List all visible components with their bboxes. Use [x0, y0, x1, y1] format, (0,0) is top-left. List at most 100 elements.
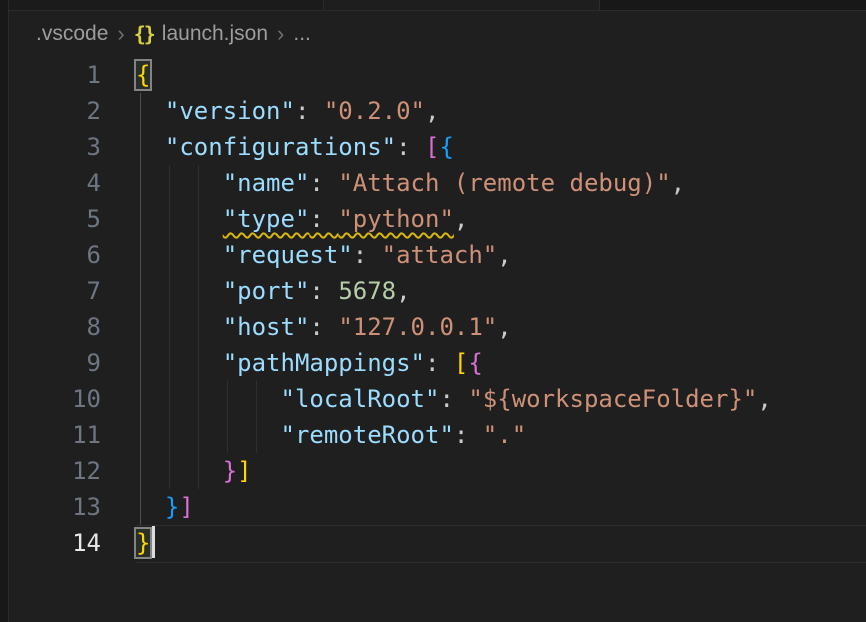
token	[136, 277, 223, 305]
code-text: "host": "127.0.0.1",	[136, 309, 512, 345]
token: "attach"	[382, 241, 498, 269]
breadcrumb-file[interactable]: launch.json	[162, 22, 268, 46]
token: "remoteRoot"	[281, 421, 454, 449]
token: ,	[497, 241, 511, 269]
token	[136, 457, 223, 485]
token: "name"	[223, 169, 310, 197]
token: :	[309, 277, 338, 305]
code-text: "localRoot": "${workspaceFolder}",	[136, 381, 772, 417]
code-line-5[interactable]: 5 "type": "python",	[9, 201, 866, 237]
code-line-7[interactable]: 7 "port": 5678,	[9, 273, 866, 309]
token: :	[309, 169, 338, 197]
code-line-9[interactable]: 9 "pathMappings": [{	[9, 345, 866, 381]
line-number[interactable]: 1	[9, 57, 101, 93]
token: "python"	[338, 205, 454, 233]
code-text: "configurations": [{	[136, 129, 454, 165]
line-number[interactable]: 14	[9, 525, 101, 561]
code-line-14[interactable]: 14}	[9, 525, 866, 561]
token	[136, 385, 281, 413]
token: "version"	[165, 97, 295, 125]
line-number[interactable]: 4	[9, 165, 101, 201]
token: "host"	[223, 313, 310, 341]
token: "."	[483, 421, 526, 449]
token	[136, 205, 223, 233]
token: [	[425, 133, 439, 161]
token: ,	[757, 385, 771, 413]
line-number[interactable]: 5	[9, 201, 101, 237]
code-text: }	[136, 525, 155, 561]
token: "request"	[223, 241, 353, 269]
breadcrumb: .vscode › {} launch.json › ...	[9, 11, 866, 57]
line-number[interactable]: 12	[9, 453, 101, 489]
token: :	[309, 313, 338, 341]
token	[136, 97, 165, 125]
token	[136, 241, 223, 269]
token	[136, 493, 165, 521]
tab-bar-edge	[9, 0, 866, 11]
token: 5678	[338, 277, 396, 305]
tab-edge-segment	[9, 0, 323, 10]
breadcrumb-symbol-ellipsis[interactable]: ...	[293, 22, 311, 46]
code-text: }]	[136, 489, 194, 525]
token: "${workspaceFolder}"	[468, 385, 757, 413]
code-editor[interactable]: 1{2 "version": "0.2.0",3 "configurations…	[9, 57, 866, 561]
line-number[interactable]: 2	[9, 93, 101, 129]
token: "configurations"	[165, 133, 396, 161]
line-number[interactable]: 6	[9, 237, 101, 273]
code-line-8[interactable]: 8 "host": "127.0.0.1",	[9, 309, 866, 345]
token	[136, 133, 165, 161]
token: "port"	[223, 277, 310, 305]
chevron-right-icon: ›	[108, 21, 133, 47]
code-line-2[interactable]: 2 "version": "0.2.0",	[9, 93, 866, 129]
token: ,	[497, 313, 511, 341]
code-text: "name": "Attach (remote debug)",	[136, 165, 685, 201]
code-line-1[interactable]: 1{	[9, 57, 866, 93]
adjacent-panel-edge	[0, 0, 9, 622]
token: "Attach (remote debug)"	[338, 169, 670, 197]
chevron-right-icon: ›	[268, 21, 293, 47]
text-cursor	[152, 526, 155, 558]
line-number[interactable]: 3	[9, 129, 101, 165]
token: {	[468, 349, 482, 377]
json-braces-icon: {}	[134, 22, 154, 46]
token: {	[439, 133, 453, 161]
breadcrumb-folder[interactable]: .vscode	[36, 22, 108, 46]
token: "127.0.0.1"	[338, 313, 497, 341]
matched-bracket: {	[136, 61, 150, 89]
line-number[interactable]: 13	[9, 489, 101, 525]
token: }	[165, 493, 179, 521]
token: ,	[396, 277, 410, 305]
code-text: {	[136, 57, 150, 93]
token: "pathMappings"	[223, 349, 425, 377]
line-number[interactable]: 7	[9, 273, 101, 309]
matched-bracket: }	[136, 529, 150, 557]
line-number[interactable]: 10	[9, 381, 101, 417]
token: :	[353, 241, 382, 269]
token: :	[425, 349, 454, 377]
code-line-4[interactable]: 4 "name": "Attach (remote debug)",	[9, 165, 866, 201]
token: ]	[237, 457, 251, 485]
code-line-10[interactable]: 10 "localRoot": "${workspaceFolder}",	[9, 381, 866, 417]
token: }	[223, 457, 237, 485]
token: :	[396, 133, 425, 161]
token: :	[439, 385, 468, 413]
token: ,	[425, 97, 439, 125]
code-line-3[interactable]: 3 "configurations": [{	[9, 129, 866, 165]
code-text: "request": "attach",	[136, 237, 512, 273]
token: :	[454, 421, 483, 449]
token: [	[454, 349, 468, 377]
code-text: "type": "python",	[136, 201, 468, 237]
token: :	[295, 97, 324, 125]
token: ,	[454, 205, 468, 233]
code-text: "remoteRoot": "."	[136, 417, 526, 453]
code-line-6[interactable]: 6 "request": "attach",	[9, 237, 866, 273]
line-number[interactable]: 8	[9, 309, 101, 345]
line-number[interactable]: 11	[9, 417, 101, 453]
line-number[interactable]: 9	[9, 345, 101, 381]
code-text: "version": "0.2.0",	[136, 93, 439, 129]
token	[136, 421, 281, 449]
code-line-12[interactable]: 12 }]	[9, 453, 866, 489]
code-line-11[interactable]: 11 "remoteRoot": "."	[9, 417, 866, 453]
code-line-13[interactable]: 13 }]	[9, 489, 866, 525]
token: "0.2.0"	[324, 97, 425, 125]
